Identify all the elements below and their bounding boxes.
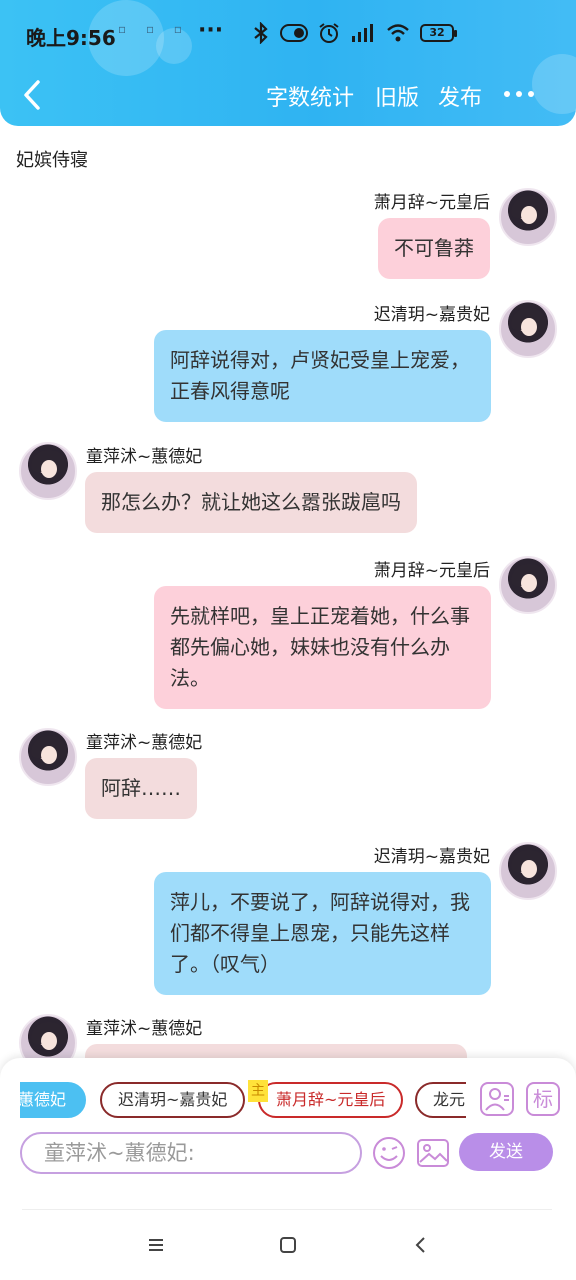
sender-name: 迟清玥~嘉贵妃: [373, 305, 490, 325]
clock: 晚上9:56: [26, 26, 116, 50]
sender-name: 童萍沭~蕙德妃: [86, 733, 203, 753]
send-button[interactable]: 发送: [459, 1133, 553, 1171]
host-tag: 主: [248, 1080, 268, 1102]
sender-name: 萧月辞~元皇后: [373, 193, 490, 213]
menu-button[interactable]: [143, 1232, 169, 1258]
image-icon: [417, 1139, 449, 1167]
status-more: ···: [198, 18, 224, 43]
system-status-icons: 32: [252, 22, 457, 44]
word-count-button[interactable]: 字数统计: [266, 80, 354, 112]
sender-name: 童萍沭~蕙德妃: [86, 447, 203, 467]
chevron-left-icon: [415, 1237, 425, 1253]
room-title: 妃嫔侍寝: [16, 150, 88, 171]
status-bar: 晚上9:56 ▫ ▫ ▫ ··· 32: [0, 0, 576, 66]
avatar[interactable]: [499, 842, 557, 900]
role-chip[interactable]: 萧月辞~元皇后: [258, 1082, 404, 1118]
emoji-button[interactable]: [372, 1136, 406, 1170]
back-button[interactable]: [18, 78, 48, 112]
avatar[interactable]: [499, 188, 557, 246]
message-bubble[interactable]: 阿辞……: [85, 758, 197, 819]
role-chip[interactable]: 迟清玥~嘉贵妃: [100, 1082, 246, 1118]
chevron-left-icon: [24, 80, 40, 110]
publish-button[interactable]: 发布: [438, 80, 482, 112]
role-chip-active[interactable]: 蕙德妃: [20, 1082, 87, 1118]
battery-icon: 32: [420, 24, 457, 42]
composer-panel: 蕙德妃 迟清玥~嘉贵妃 萧月辞~元皇后 主 龙元 标 发送: [0, 1058, 576, 1210]
message-bubble[interactable]: 先就样吧，皇上正宠着她，什么事都先偏心她，妹妹也没有什么办法。: [154, 586, 491, 709]
avatar[interactable]: [19, 442, 77, 500]
message-input[interactable]: [20, 1132, 362, 1174]
image-button[interactable]: [416, 1136, 450, 1170]
signal-icon: [352, 24, 373, 42]
avatar[interactable]: [499, 556, 557, 614]
more-dot: [504, 91, 510, 97]
menu-icon: [149, 1239, 163, 1251]
more-button[interactable]: [504, 84, 540, 104]
square-home-icon: [280, 1237, 296, 1253]
avatar[interactable]: [19, 1014, 77, 1060]
message-bubble[interactable]: 萍儿，不要说了，阿辞说得对，我们都不得皇上恩宠，只能先这样了。（叹气）: [154, 872, 491, 995]
sender-name: 迟清玥~嘉贵妃: [373, 847, 490, 867]
person-icon: [485, 1088, 509, 1111]
system-back-button[interactable]: [408, 1232, 434, 1258]
sender-name: 童萍沭~蕙德妃: [86, 1019, 203, 1039]
character-button[interactable]: [480, 1082, 514, 1116]
app-header: 晚上9:56 ▫ ▫ ▫ ··· 32 字数统计 旧版 发布: [0, 0, 576, 126]
chat-area[interactable]: 妃嫔侍寝 萧月辞~元皇后 不可鲁莽 迟清玥~嘉贵妃 阿辞说得对，卢贤妃受皇上宠爱…: [0, 126, 576, 1060]
notification-icons: ▫ ▫ ▫: [118, 22, 191, 36]
more-dot: [516, 91, 522, 97]
emoji-icon: [373, 1137, 405, 1169]
toggle-icon: [280, 24, 308, 42]
more-dot: [528, 91, 534, 97]
bluetooth-icon: [254, 22, 268, 44]
message-bubble[interactable]: 阿辞说得对，卢贤妃受皇上宠爱，正春风得意呢: [154, 330, 491, 422]
avatar[interactable]: [19, 728, 77, 786]
home-button[interactable]: [275, 1232, 301, 1258]
message-bubble[interactable]: 不可鲁莽: [378, 218, 490, 279]
role-chip[interactable]: 龙元: [415, 1082, 466, 1118]
sender-name: 萧月辞~元皇后: [373, 561, 490, 581]
avatar[interactable]: [499, 300, 557, 358]
alarm-icon: [319, 23, 339, 43]
system-navigation-bar: [0, 1210, 576, 1280]
old-version-button[interactable]: 旧版: [375, 80, 419, 112]
wifi-icon: [387, 24, 409, 42]
nav-bar: 字数统计 旧版 发布: [0, 66, 576, 124]
role-selector[interactable]: 蕙德妃 迟清玥~嘉贵妃 萧月辞~元皇后 主 龙元: [20, 1080, 466, 1120]
tag-button[interactable]: 标: [526, 1082, 560, 1116]
message-bubble[interactable]: 那怎么办？就让她这么嚣张跋扈吗: [85, 472, 417, 533]
